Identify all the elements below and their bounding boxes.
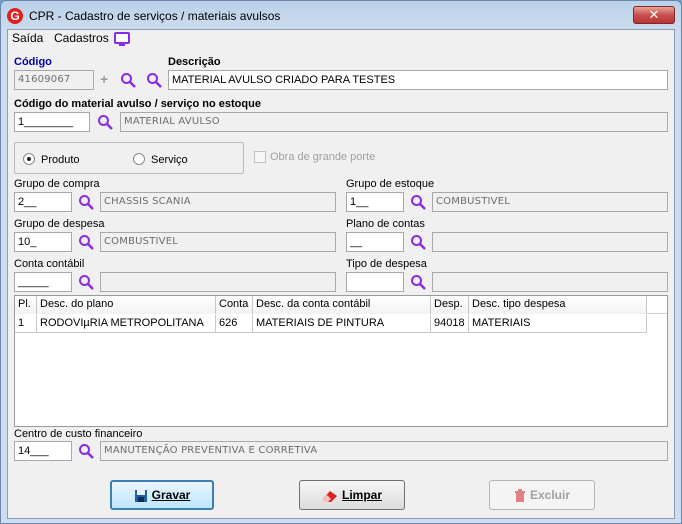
form-area: Saída Cadastros Código 41609067 + Descri… [7, 29, 675, 519]
search-plano-contas-icon[interactable] [410, 234, 426, 250]
grupo-estoque-label: Grupo de estoque [346, 178, 435, 190]
descricao-label: Descrição [168, 56, 221, 68]
search-grupo-despesa-icon[interactable] [78, 234, 94, 250]
menu-cadastros[interactable]: Cadastros [54, 31, 109, 45]
centro-custo-code[interactable]: 14___ [14, 441, 72, 461]
table-row[interactable]: 1 RODOVIµRIA METROPOLITANA 626 MATERIAIS… [15, 315, 649, 333]
app-logo-icon: G [7, 8, 23, 24]
search-estoque-icon[interactable] [97, 114, 113, 130]
delete-button[interactable]: Excluir [489, 480, 595, 510]
grupo-estoque-code[interactable]: 1__ [346, 192, 404, 212]
plano-contas-desc [432, 232, 668, 252]
grupo-compra-desc: CHASSIS SCANIA [100, 192, 336, 212]
trash-icon [514, 488, 525, 502]
search-tipo-despesa-icon[interactable] [410, 274, 426, 290]
plano-contas-code[interactable]: __ [346, 232, 404, 252]
codigo-label: Código [14, 56, 52, 68]
centro-custo-desc: MANUTENÇÃO PREVENTIVA E CORRETIVA [100, 441, 668, 461]
add-icon[interactable]: + [100, 71, 108, 87]
clear-button-label: Limpar [341, 488, 382, 502]
window-title: CPR - Cadastro de serviços / materiais a… [29, 9, 281, 23]
descricao-field[interactable]: MATERIAL AVULSO CRIADO PARA TESTES [168, 70, 668, 90]
cell-pl: 1 [15, 315, 37, 333]
tipo-despesa-code[interactable] [346, 272, 404, 292]
col-pl[interactable]: Pl. [15, 296, 37, 314]
grupo-compra-code[interactable]: 2__ [14, 192, 72, 212]
plano-contas-label: Plano de contas [346, 218, 425, 230]
grupo-despesa-label: Grupo de despesa [14, 218, 105, 230]
cell-desc-conta: MATERIAIS DE PINTURA [253, 315, 431, 333]
radio-produto-label: Produto [41, 154, 80, 166]
search-centro-custo-icon[interactable] [78, 443, 94, 459]
radio-produto[interactable] [23, 153, 35, 165]
search-icon[interactable] [120, 72, 136, 88]
col-desp[interactable]: Desp. [431, 296, 469, 314]
cell-conta: 626 [216, 315, 253, 333]
radio-servico-label: Serviço [151, 154, 188, 166]
search-description-icon[interactable] [146, 72, 162, 88]
grupo-despesa-desc: COMBUSTIVEL [100, 232, 336, 252]
conta-contabil-desc [100, 272, 336, 292]
col-desc-tipo-despesa[interactable]: Desc. tipo despesa [469, 296, 647, 314]
estoque-label: Código do material avulso / serviço no e… [14, 98, 261, 110]
codigo-field[interactable]: 41609067 [14, 70, 94, 90]
radio-servico[interactable] [133, 153, 145, 165]
conta-contabil-label: Conta contábil [14, 258, 85, 270]
conta-contabil-code[interactable]: _____ [14, 272, 72, 292]
grupo-estoque-desc: COMBUSTIVEL [432, 192, 668, 212]
table-header: Pl. Desc. do plano Conta Desc. da conta … [15, 296, 667, 314]
delete-button-label: Excluir [529, 488, 571, 502]
floppy-disk-icon [134, 489, 147, 502]
estoque-desc-field: MATERIAL AVULSO [120, 112, 668, 132]
search-conta-contabil-icon[interactable] [78, 274, 94, 290]
plans-table[interactable]: Pl. Desc. do plano Conta Desc. da conta … [14, 295, 668, 427]
title-bar: G CPR - Cadastro de serviços / materiais… [1, 1, 681, 29]
estoque-code-field[interactable]: 1________ [14, 112, 90, 132]
save-button-label: Gravar [151, 488, 191, 502]
grupo-compra-label: Grupo de compra [14, 178, 100, 190]
search-grupo-compra-icon[interactable] [78, 194, 94, 210]
monitor-icon[interactable] [114, 32, 130, 46]
close-button[interactable]: ✕ [633, 6, 675, 24]
save-button[interactable]: Gravar [110, 480, 214, 510]
obra-checkbox[interactable] [254, 151, 266, 163]
tipo-despesa-label: Tipo de despesa [346, 258, 427, 270]
centro-custo-label: Centro de custo financeiro [14, 428, 143, 440]
col-conta[interactable]: Conta [216, 296, 253, 314]
cell-desc-plano: RODOVIµRIA METROPOLITANA [37, 315, 216, 333]
col-desc-plano[interactable]: Desc. do plano [37, 296, 216, 314]
tipo-groupbox: Produto Serviço [14, 142, 244, 174]
col-desc-conta[interactable]: Desc. da conta contábil [253, 296, 431, 314]
main-window: G CPR - Cadastro de serviços / materiais… [0, 0, 682, 524]
obra-label: Obra de grande porte [270, 151, 376, 163]
cell-desp: 94018 [431, 315, 469, 333]
clear-button[interactable]: Limpar [299, 480, 405, 510]
eraser-icon [322, 490, 337, 502]
menu-saida[interactable]: Saída [12, 31, 43, 45]
grupo-despesa-code[interactable]: 10_ [14, 232, 72, 252]
tipo-despesa-desc [432, 272, 668, 292]
menu-bar: Saída Cadastros [8, 30, 674, 48]
cell-desc-tipo-despesa: MATERIAIS [469, 315, 647, 333]
search-grupo-estoque-icon[interactable] [410, 194, 426, 210]
